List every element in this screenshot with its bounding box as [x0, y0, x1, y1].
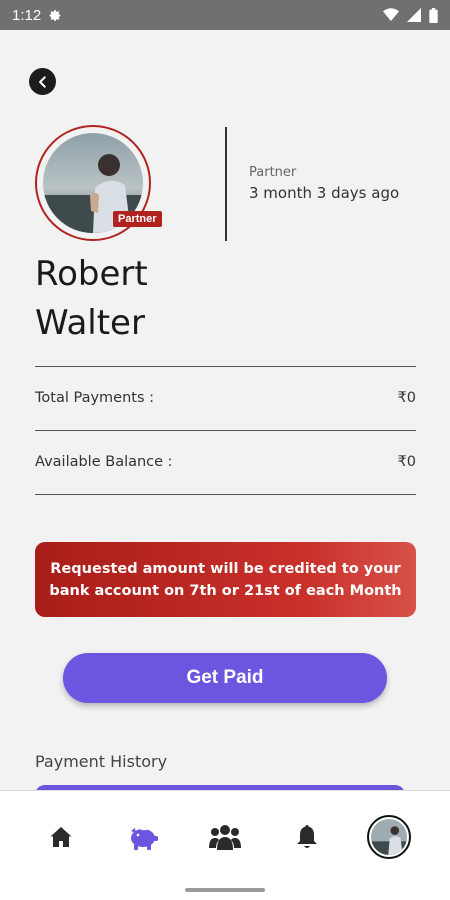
vertical-divider: [225, 127, 227, 241]
role-label: Partner: [249, 165, 297, 180]
piggy-bank-icon: [131, 827, 158, 850]
wifi-icon: [383, 8, 399, 21]
last-name: Walter: [35, 303, 145, 343]
nav-home[interactable]: [36, 812, 86, 862]
total-payments-value: ₹0: [397, 390, 416, 406]
total-payments-label: Total Payments :: [35, 390, 155, 406]
nav-wallet[interactable]: [118, 812, 168, 862]
nav-notifications[interactable]: [282, 812, 332, 862]
nav-team[interactable]: [200, 812, 250, 862]
available-balance-label: Available Balance :: [35, 454, 173, 470]
status-time: 1:12: [12, 6, 42, 24]
home-icon: [50, 826, 72, 847]
membership-duration: 3 month 3 days ago: [249, 184, 400, 202]
divider: [35, 494, 416, 495]
settings-icon: [49, 9, 61, 21]
available-balance-value: ₹0: [397, 454, 416, 470]
divider: [35, 430, 416, 431]
nav-profile[interactable]: [364, 812, 414, 862]
first-name: Robert: [35, 254, 148, 294]
payment-history-title: Payment History: [35, 752, 168, 771]
users-icon: [209, 824, 241, 850]
divider: [35, 366, 416, 367]
notice-line-1: Requested amount will be credited to you…: [50, 560, 401, 577]
profile-avatar: [367, 814, 411, 859]
bottom-nav: [0, 790, 450, 882]
battery-icon: [429, 7, 438, 23]
signal-icon: [407, 8, 421, 22]
home-gesture-pill[interactable]: [185, 888, 265, 892]
status-bar: 1:12: [0, 0, 450, 30]
notice-line-2: bank account on 7th or 21st of each Mont…: [49, 582, 402, 599]
payout-notice: Requested amount will be credited to you…: [35, 542, 416, 617]
get-paid-button[interactable]: Get Paid: [63, 653, 387, 703]
total-payments-row: Total Payments : ₹0: [35, 390, 416, 406]
profile-name: Robert Walter: [35, 250, 235, 348]
back-button[interactable]: [29, 68, 56, 95]
bell-icon: [297, 824, 317, 848]
chevron-left-icon: [38, 75, 46, 88]
partner-badge: Partner: [113, 211, 162, 227]
available-balance-row: Available Balance : ₹0: [35, 454, 416, 470]
